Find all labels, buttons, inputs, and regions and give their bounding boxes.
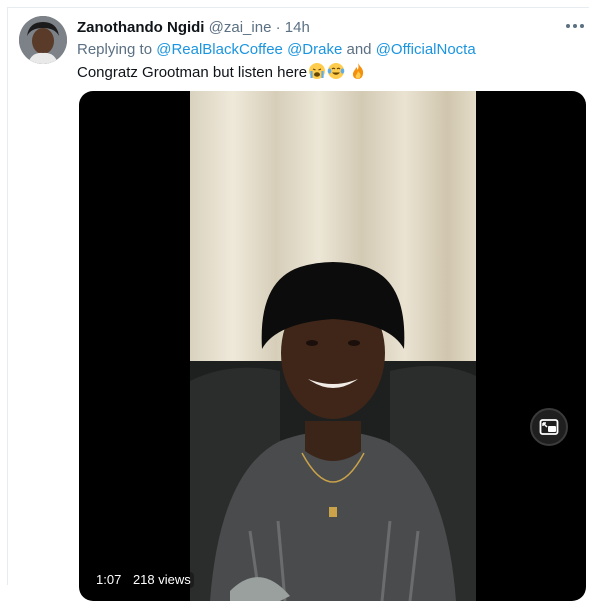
replying-to-label: Replying to (77, 41, 153, 58)
picture-in-picture-button[interactable] (530, 408, 568, 446)
loudly-crying-face-icon (308, 62, 326, 86)
video-frame[interactable] (190, 91, 476, 601)
mention-link[interactable]: @OfficialNocta (376, 41, 476, 58)
tweet-border-top (7, 7, 589, 8)
picture-in-picture-icon (539, 419, 559, 435)
video-meta: 1:07 218 views (93, 572, 194, 588)
fire-icon (349, 62, 367, 86)
separator-dot: · (275, 19, 281, 36)
tweet-time[interactable]: 14h (285, 19, 310, 36)
tweet-text: Congratz Grootman but listen here (77, 62, 367, 86)
avatar[interactable] (19, 16, 67, 64)
author-handle[interactable]: @zai_ine (209, 19, 272, 36)
tweet-header: Zanothando Ngidi @zai_ine · 14h (77, 18, 310, 38)
more-options-icon[interactable] (566, 22, 584, 30)
tweet-border-left (7, 7, 8, 585)
tweet-body: Congratz Grootman but listen here (77, 64, 308, 81)
author-name[interactable]: Zanothando Ngidi (77, 19, 204, 36)
replying-to-line: Replying to @RealBlackCoffee @Drake and … (77, 40, 476, 60)
video-player[interactable]: 1:07 218 views (79, 91, 586, 601)
mention-link[interactable]: @RealBlackCoffee (156, 41, 283, 58)
mention-joiner: and (346, 41, 372, 58)
face-with-tears-of-joy-icon (327, 62, 345, 86)
mention-link[interactable]: @Drake (287, 41, 342, 58)
